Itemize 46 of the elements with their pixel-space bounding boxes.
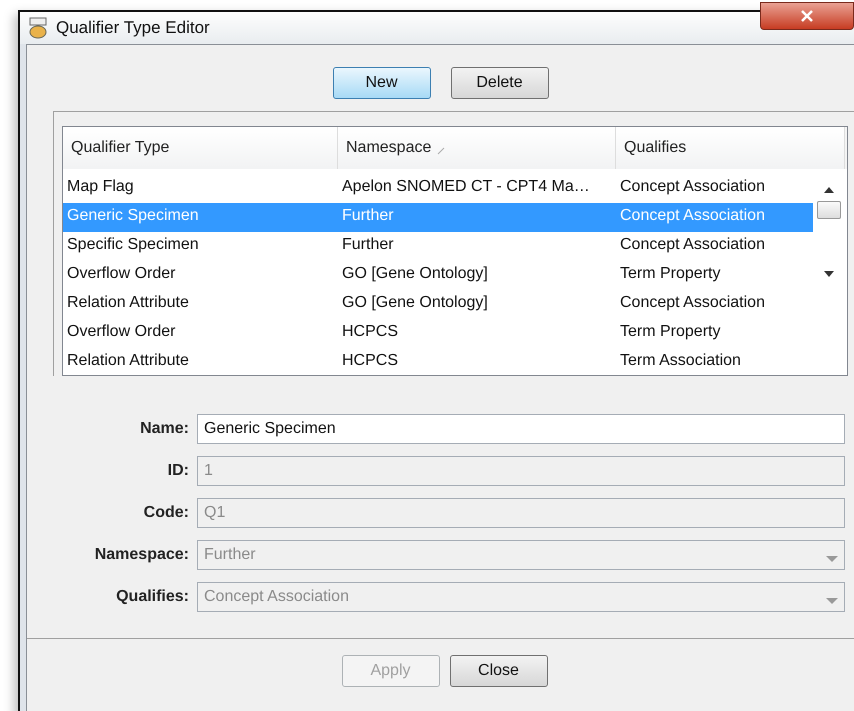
table-cell-text: Further: [341, 206, 395, 226]
caret-icon: [826, 556, 838, 564]
table-cell-text: Specific Specimen: [66, 235, 200, 255]
table-cell-text: Concept Association: [619, 206, 766, 226]
caret-icon: [826, 598, 838, 606]
scroll-down-icon[interactable]: [824, 271, 834, 277]
field-label: Namespace:: [94, 546, 189, 564]
table-cell-text: Concept Association: [619, 293, 766, 313]
close-button[interactable]: [760, 2, 854, 30]
table-cell-text: Map Flag: [66, 177, 135, 197]
table-cell-text: Generic Specimen: [66, 206, 200, 226]
table-cell-text: Further: [341, 235, 395, 255]
input-field: Q1: [197, 498, 845, 528]
scroll-thumb[interactable]: [817, 201, 841, 219]
field-label: Code:: [142, 504, 189, 522]
table-cell-text: HCPCS: [341, 351, 400, 371]
close-icon: [800, 10, 814, 22]
column-header[interactable]: Qualifier Type: [63, 127, 338, 169]
dropdown-field: Concept Association: [197, 582, 845, 612]
table-cell-text: Concept Association: [619, 235, 766, 255]
table-cell-text: Relation Attribute: [66, 351, 190, 371]
field-label: Name:: [139, 420, 189, 438]
table-cell-text: GO [Gene Ontology]: [341, 293, 489, 313]
column-header[interactable]: Qualifies: [616, 127, 845, 169]
field-label: ID:: [166, 462, 189, 480]
window-title: Qualifier Type Editor: [56, 18, 210, 38]
column-header[interactable]: Namespace: [338, 127, 616, 169]
input-field[interactable]: Generic Specimen: [197, 414, 845, 444]
toolbar-button[interactable]: New: [332, 67, 430, 99]
scroll-up-icon[interactable]: [824, 187, 834, 193]
input-field: 1: [197, 456, 845, 486]
toolbar-button[interactable]: Delete: [450, 67, 548, 99]
table-cell-text: Relation Attribute: [66, 293, 190, 313]
table-cell-text: Overflow Order: [66, 264, 176, 284]
dropdown-field: Further: [197, 540, 845, 570]
table-cell-text: HCPCS: [341, 322, 400, 342]
table-cell-text: Overflow Order: [66, 322, 176, 342]
field-label: Qualifies:: [115, 588, 189, 606]
dialog-button[interactable]: Close: [450, 655, 548, 687]
table-cell-text: Term Property: [619, 322, 722, 342]
table-cell-text: Concept Association: [619, 177, 766, 197]
table-cell-text: Apelon SNOMED CT - CPT4 Ma…: [341, 177, 591, 197]
table-cell-text: GO [Gene Ontology]: [341, 264, 489, 284]
table-cell-text: Term Association: [619, 351, 742, 371]
table-cell-text: Term Property: [619, 264, 722, 284]
app-icon: [28, 17, 48, 39]
